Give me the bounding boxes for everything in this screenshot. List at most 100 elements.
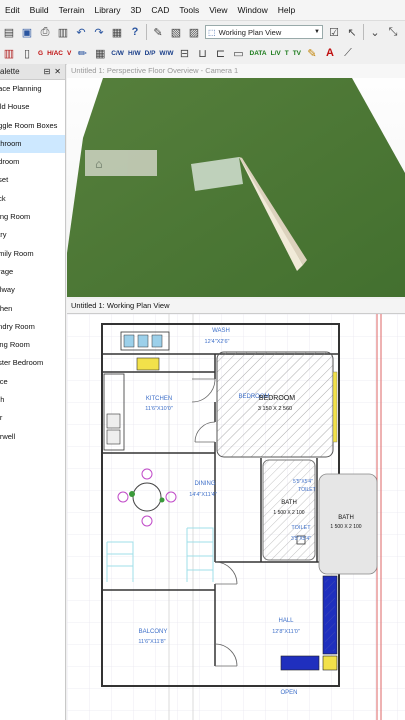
room-label-open: OPEN — [280, 690, 297, 696]
palette-item[interactable]: ffice — [0, 373, 65, 391]
text-icon[interactable]: A — [321, 44, 339, 62]
menu-build[interactable]: Build — [25, 5, 54, 15]
palette-item[interactable]: uild House — [0, 98, 65, 116]
data-button[interactable]: DATA — [248, 44, 269, 62]
hw-button[interactable]: H/W — [126, 44, 143, 62]
menu-edit[interactable]: Edit — [0, 5, 25, 15]
lv-button[interactable]: L/V — [269, 44, 283, 62]
menu-window[interactable]: Window — [232, 5, 272, 15]
palette-item[interactable]: ving Room — [0, 336, 65, 354]
menu-cad[interactable]: CAD — [146, 5, 174, 15]
close-icon[interactable]: ✕ — [54, 67, 61, 76]
g-button[interactable]: G — [36, 44, 45, 62]
toolbar-divider — [146, 24, 147, 40]
palette-item[interactable]: allway — [0, 281, 65, 299]
build-toolbar: ▥ ▯ G H/AC V ✏ ▦ C/W H/W D/P W/W ⊟ ⊔ ⊏ ▭… — [0, 42, 405, 65]
room-dims-hall: 12'8"X11'0" — [272, 629, 300, 635]
palette-item[interactable]: pace Planning — [0, 80, 65, 98]
room-label-dining: DINING — [195, 481, 216, 487]
menu-view[interactable]: View — [204, 5, 232, 15]
room-dims-kitchen: 11'6"X10'0" — [145, 406, 173, 412]
redo-icon[interactable]: ↷ — [90, 23, 108, 41]
palette-item[interactable]: tchen — [0, 300, 65, 318]
cw-button[interactable]: C/W — [109, 44, 126, 62]
palette-item[interactable]: arage — [0, 263, 65, 281]
room-label-bedroom: BEDROOM — [259, 395, 295, 402]
ww-button[interactable]: W/W — [157, 44, 175, 62]
plan-view-canvas[interactable]: WASH 12'4"X2'6" KITCHEN 11'6"X10'0" BEDR… — [67, 314, 405, 720]
help-icon[interactable]: ? — [126, 23, 144, 41]
undo-icon[interactable]: ↶ — [72, 23, 90, 41]
tub-icon[interactable]: ▭ — [230, 44, 248, 62]
room-dims-toilet: 3'5"X5'4" — [291, 536, 311, 542]
menu-tools[interactable]: Tools — [174, 5, 204, 15]
palette-item[interactable]: athroom — [0, 134, 65, 154]
perspective-view-window[interactable]: Untitled 1: Perspective Floor Overview -… — [67, 64, 405, 297]
menu-3d[interactable]: 3D — [126, 5, 147, 15]
perspective-view-canvas[interactable]: ⌂ — [67, 78, 405, 297]
plan-view-window[interactable]: Untitled 1: Working Plan View WASH 12'4"… — [67, 299, 405, 720]
edit-doc-icon[interactable]: ✎ — [149, 23, 167, 41]
save-icon[interactable]: ▣ — [18, 23, 36, 41]
room-label-bath-2: BATH — [338, 515, 354, 521]
room-label-toilet: TOILET — [291, 525, 311, 531]
library-palette: alette ⊟ ✕ pace Planninguild Houseoggle … — [0, 64, 66, 720]
menu-help[interactable]: Help — [273, 5, 300, 15]
toolbar-divider — [363, 24, 364, 40]
palette-item[interactable]: oggle Room Boxes — [0, 117, 65, 135]
palette-item[interactable]: oset — [0, 171, 65, 189]
palette-item[interactable]: ning Room — [0, 208, 65, 226]
bedroom-window — [332, 371, 338, 443]
pencil-icon[interactable]: ✎ — [303, 44, 321, 62]
plan-icon[interactable]: ▧ — [167, 23, 185, 41]
bed-hatch — [216, 351, 334, 458]
palette-item[interactable]: aster Bedroom — [0, 354, 65, 372]
palette-item[interactable]: eck — [0, 190, 65, 208]
pin-icon[interactable]: ⊟ — [44, 67, 51, 76]
menu-terrain[interactable]: Terrain — [54, 5, 90, 15]
palette-item[interactable]: air — [0, 409, 65, 427]
palette-item[interactable]: airwell — [0, 428, 65, 446]
palette-item[interactable]: undry Room — [0, 318, 65, 336]
ruler-icon[interactable]: ✏ — [73, 44, 91, 62]
room-dims-bath: 1 500 X 2 100 — [273, 510, 304, 516]
room-label-bath: BATH — [281, 500, 297, 506]
wall-icon[interactable]: ⊟ — [176, 44, 194, 62]
pointer-icon[interactable]: ↖ — [343, 23, 361, 41]
arrow-tool-icon[interactable]: ⤡ — [384, 23, 402, 41]
palette-item[interactable]: edroom — [0, 153, 65, 171]
layers-icon[interactable]: ▤ — [0, 23, 18, 41]
dp-button[interactable]: D/P — [143, 44, 158, 62]
palette-title: alette — [0, 67, 20, 76]
chevron-down-icon[interactable]: ⌄ — [366, 23, 384, 41]
toilet-icon[interactable]: ⊏ — [212, 44, 230, 62]
v-button[interactable]: V — [65, 44, 73, 62]
room-dims-balcony: 11'6"X11'8" — [138, 639, 165, 645]
palette-item[interactable]: rch — [0, 391, 65, 409]
sink-icon[interactable]: ⊔ — [194, 44, 212, 62]
tv-button[interactable]: TV — [291, 44, 303, 62]
door-icon[interactable]: ▯ — [18, 44, 36, 62]
view-select-value: Working Plan View — [218, 27, 282, 37]
layout-icon[interactable]: ▦ — [108, 23, 126, 41]
t-button[interactable]: T — [283, 44, 291, 62]
chevron-down-icon: ▼ — [314, 29, 320, 35]
view-select-icon: ⬚ — [208, 27, 216, 37]
menu-library[interactable]: Library — [90, 5, 126, 15]
room-dims-dining: 14'4"X11'4" — [189, 492, 217, 498]
tool-icon[interactable]: ▥ — [0, 44, 18, 62]
room-dims-wash: 12'4"X2'6" — [205, 339, 230, 345]
room-dims-toilet-ghost: 5'5"X5'4" — [293, 479, 313, 485]
main-toolbar: ▤ ▣ ⎙ ▥ ↶ ↷ ▦ ? ✎ ▧ ▨ ⬚ Working Plan Vie… — [0, 21, 405, 44]
hvac-button[interactable]: H/AC — [45, 44, 65, 62]
print-icon[interactable]: ⎙ — [36, 23, 54, 41]
dimension-icon[interactable]: ⟋ — [339, 44, 357, 62]
view-select[interactable]: ⬚ Working Plan View ▼ — [205, 25, 323, 39]
plan-2-icon[interactable]: ▨ — [185, 23, 203, 41]
palette-item[interactable]: ntry — [0, 226, 65, 244]
print-preview-icon[interactable]: ▥ — [54, 23, 72, 41]
palette-item[interactable]: amily Room — [0, 245, 65, 263]
checkbox-icon[interactable]: ☑ — [325, 23, 343, 41]
grid-icon[interactable]: ▦ — [91, 44, 109, 62]
terrain-ground — [67, 78, 405, 297]
